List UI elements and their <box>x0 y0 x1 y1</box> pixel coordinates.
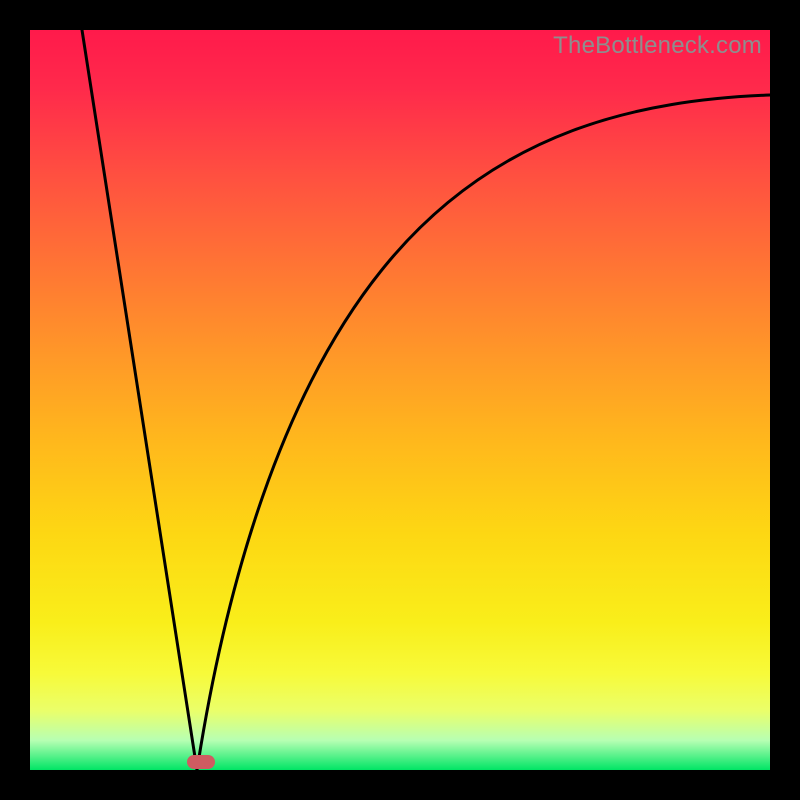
watermark-text: TheBottleneck.com <box>553 32 762 60</box>
curve-right-branch <box>197 95 770 770</box>
curve-left-branch <box>82 30 197 770</box>
minimum-marker <box>187 755 215 769</box>
plot-area: TheBottleneck.com <box>30 30 770 770</box>
bottleneck-curve <box>30 30 770 770</box>
